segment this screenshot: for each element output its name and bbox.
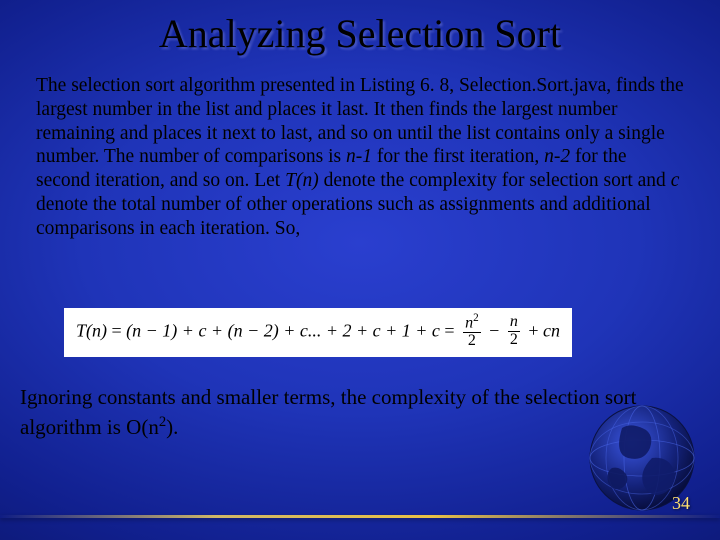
den2: 2	[508, 332, 520, 349]
eq: =	[107, 321, 126, 341]
tail: cn	[543, 321, 560, 341]
formula: T(n) = (n − 1) + c + (n − 2) + c... + 2 …	[64, 308, 572, 357]
var-n-1: n-1	[346, 146, 372, 167]
var-n-2: n-2	[544, 146, 570, 167]
body-paragraph-2: Ignoring constants and smaller terms, th…	[20, 382, 700, 443]
plus: +	[524, 321, 543, 341]
num2: n	[508, 314, 520, 332]
page-number: 34	[672, 493, 690, 514]
text: Ignoring constants and smaller terms, th…	[20, 385, 636, 439]
frac-1: n22	[463, 313, 481, 350]
decorative-underline	[0, 515, 720, 518]
body-paragraph-1: The selection sort algorithm presented i…	[36, 74, 684, 240]
frac-2: n2	[508, 314, 520, 349]
minus: −	[485, 321, 504, 341]
num1: n	[465, 314, 473, 331]
den1: 2	[463, 333, 481, 350]
slide: Analyzing Selection Sort The selection s…	[0, 0, 720, 540]
text: denote the complexity for selection sort…	[319, 170, 671, 191]
num1-sup: 2	[473, 312, 479, 324]
var-c: c	[671, 170, 680, 191]
text: denote the total number of other operati…	[36, 194, 651, 239]
eq2: =	[440, 321, 459, 341]
text: for the first iteration,	[372, 146, 544, 167]
text: ).	[166, 415, 178, 439]
formula-lhs: T(n)	[76, 321, 107, 341]
var-Tn: T(n)	[285, 170, 319, 191]
slide-title: Analyzing Selection Sort	[0, 10, 720, 57]
formula-sum: (n − 1) + c + (n − 2) + c... + 2 + c + 1…	[126, 321, 440, 341]
